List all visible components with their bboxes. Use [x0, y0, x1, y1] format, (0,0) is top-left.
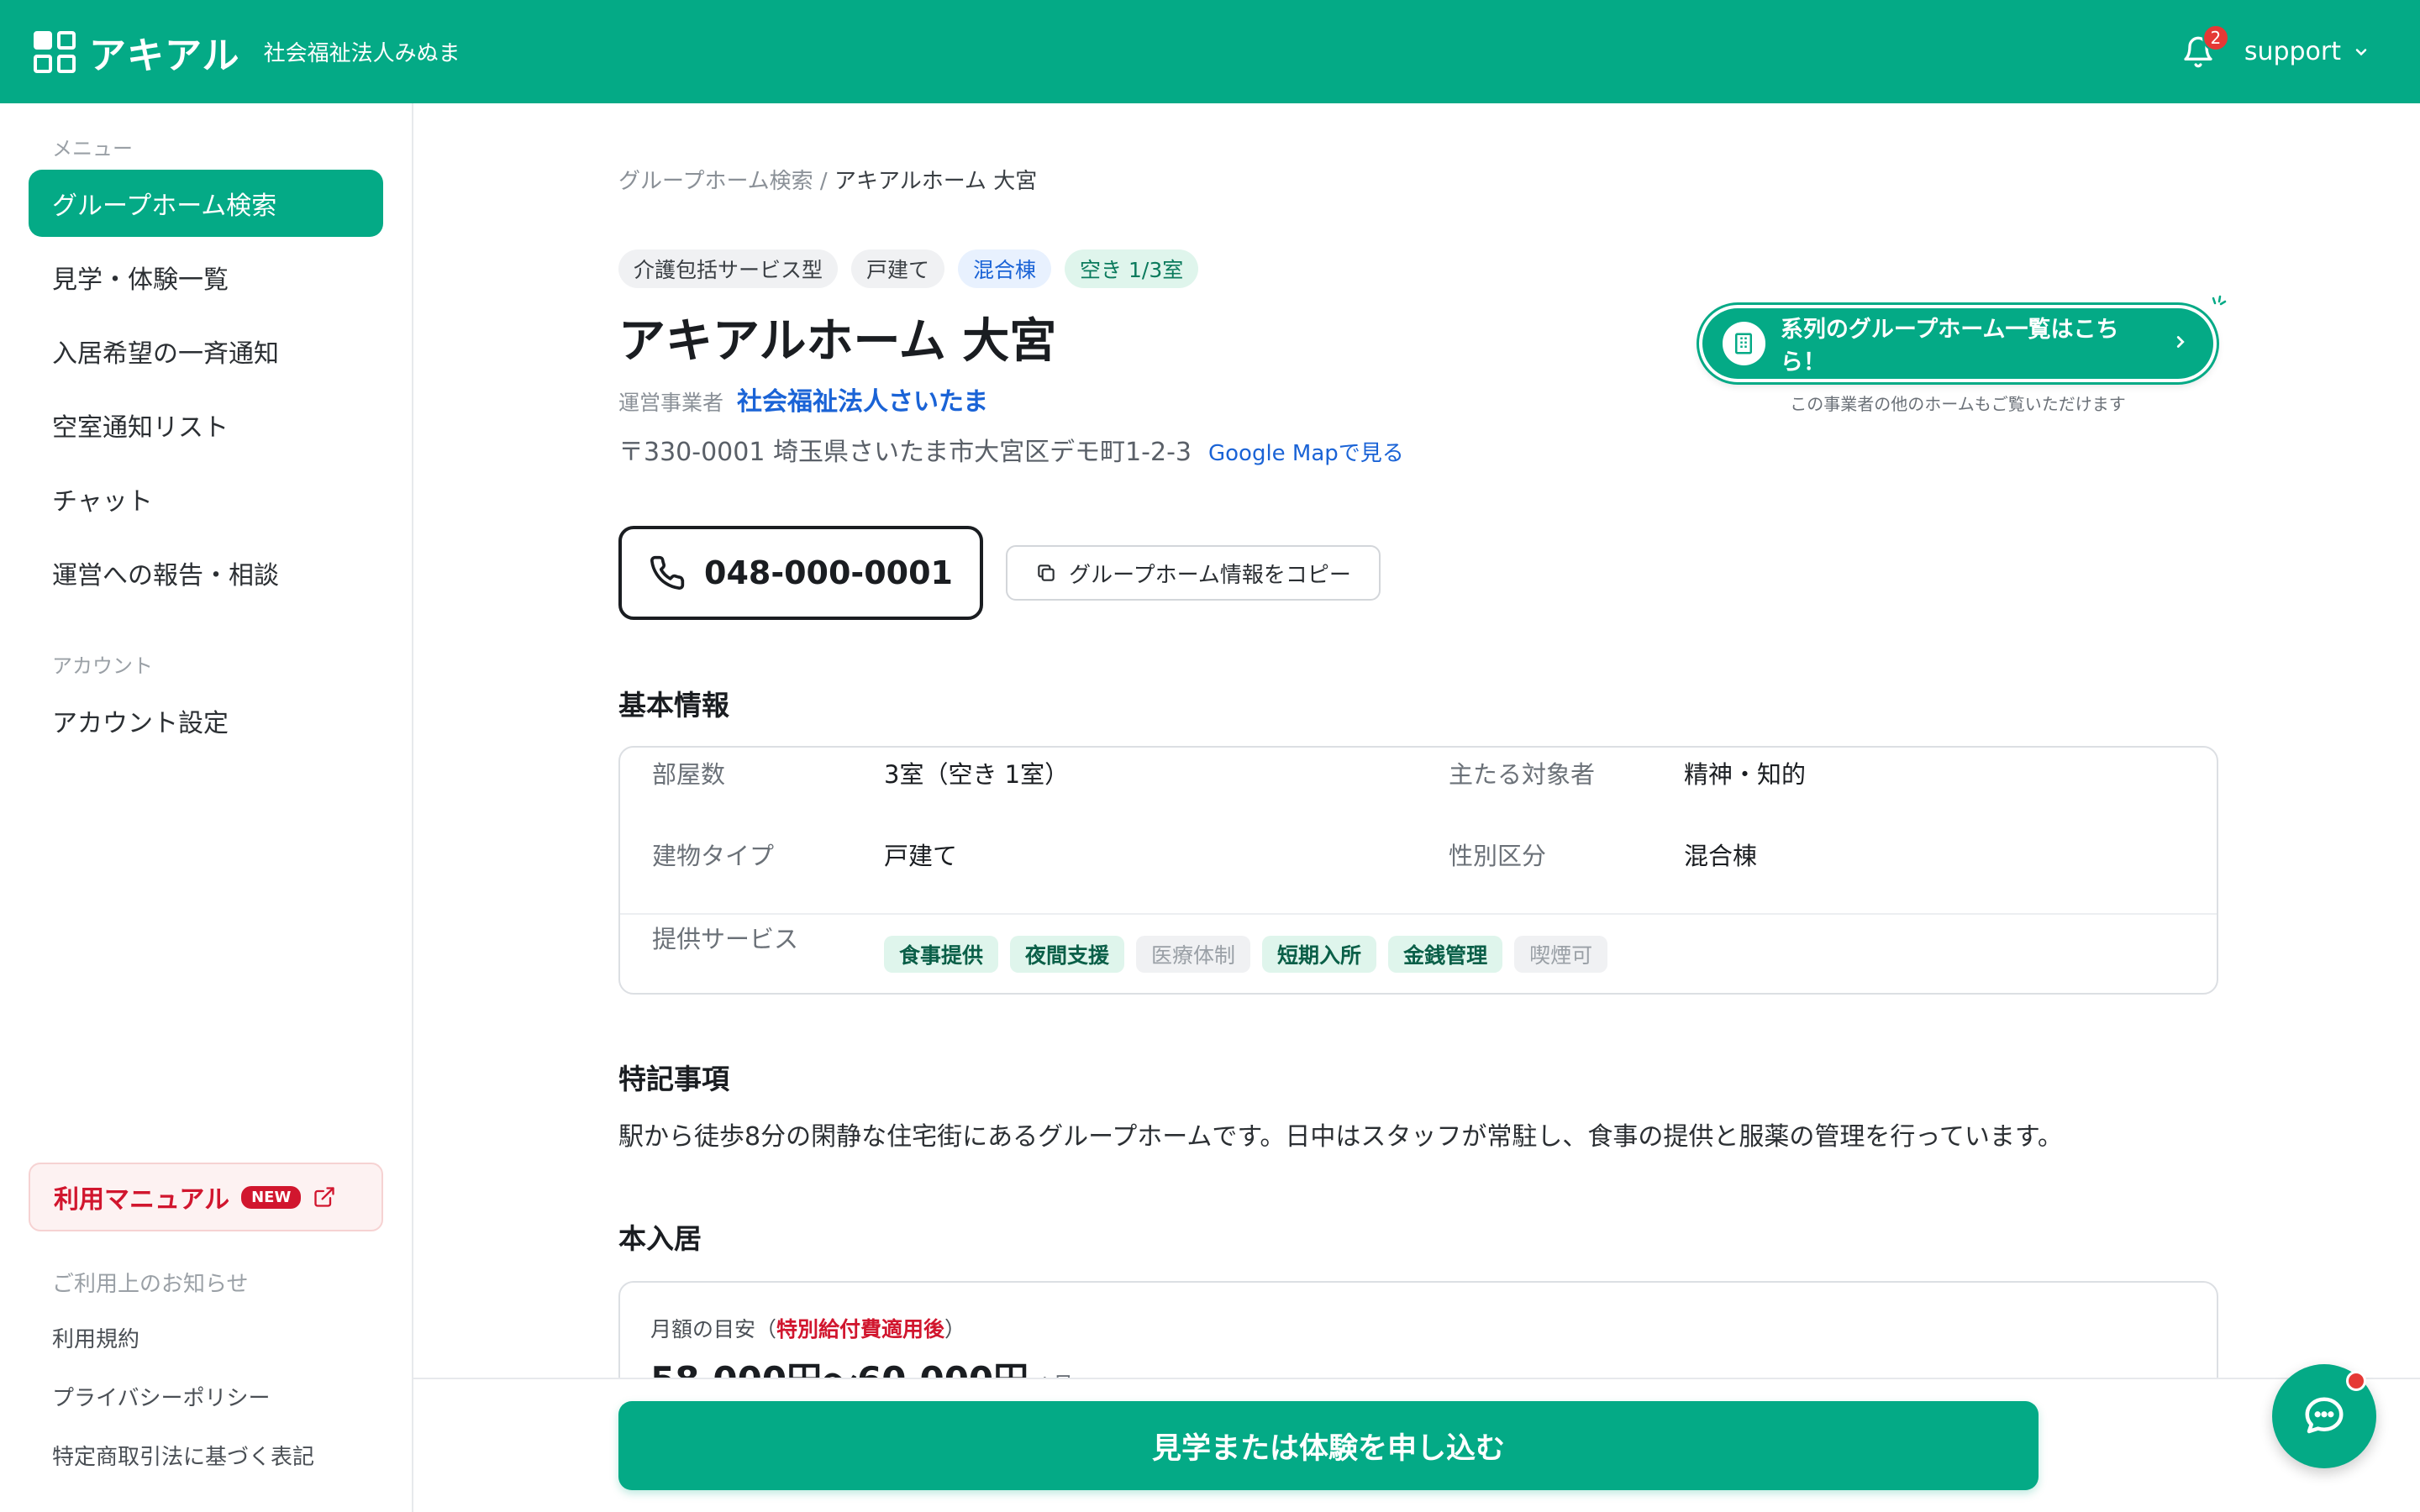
move-in-heading: 本入居: [618, 1222, 702, 1255]
menu-heading: メニュー: [52, 137, 133, 160]
phone-icon: [650, 555, 685, 590]
service-chip-medical: 医療体制: [1136, 936, 1251, 973]
service-chip-night-support: 夜間支援: [1010, 936, 1125, 973]
sidebar-item-label: アカウント設定: [52, 709, 229, 738]
sidebar-item-label: グループホーム検索: [52, 192, 277, 221]
user-menu[interactable]: support: [2244, 37, 2370, 66]
tag-vacancy: 空き 1/3室: [1065, 249, 1199, 288]
sidebar-item-label: チャット: [52, 487, 153, 517]
sidebar-item-report[interactable]: 運営への報告・相談: [29, 539, 383, 606]
basic-info-card: 部屋数 3室（空き 1室） 主たる対象者 精神・知的 建物タイプ 戸建て 性別区…: [618, 746, 2218, 995]
operator-link[interactable]: 社会福祉法人さいたま: [737, 381, 988, 417]
copy-icon: [1038, 564, 1055, 581]
operator-label: 運営事業者: [618, 391, 724, 415]
commercial-transactions-link[interactable]: 特定商取引法に基づく表記: [52, 1440, 314, 1471]
sidebar-item-label: 空室通知リスト: [52, 413, 229, 443]
fee-emphasis: 特別給付費適用後: [776, 1317, 945, 1341]
sidebar-item-account-settings[interactable]: アカウント設定: [29, 687, 383, 754]
service-chip-short-stay: 短期入所: [1262, 936, 1377, 973]
copy-home-info-button[interactable]: グループホーム情報をコピー: [1006, 545, 1381, 601]
google-map-link[interactable]: Google Mapで見る: [1208, 436, 1404, 467]
gender-label: 性別区分: [1449, 842, 1547, 870]
sidebar: メニュー グループホーム検索 見学・体験一覧 入居希望の一斉通知 空室通知リスト…: [0, 103, 413, 1512]
operator-row: 運営事業者 社会福祉法人さいたま: [618, 381, 988, 417]
service-chip-smoking: 喫煙可: [1514, 936, 1608, 973]
address-text: 〒330-0001 埼玉県さいたま市大宮区デモ町1-2-3: [618, 438, 1192, 467]
sidebar-item-bulk-notify[interactable]: 入居希望の一斉通知: [29, 318, 383, 385]
address-row: 〒330-0001 埼玉県さいたま市大宮区デモ町1-2-3 Google Map…: [618, 431, 1404, 468]
sidebar-item-label: 見学・体験一覧: [52, 265, 229, 295]
logo[interactable]: アキアル: [34, 25, 240, 79]
phone-number: 048-000-0001: [704, 554, 953, 591]
logo-icon: [34, 30, 76, 73]
series-homes-label: 系列のグループホーム一覧はこちら！: [1780, 317, 2119, 375]
sidebar-item-group-home-search[interactable]: グループホーム検索: [29, 170, 383, 237]
building-label: 建物タイプ: [652, 842, 775, 870]
logo-text: アキアル: [89, 34, 240, 77]
target-value: 精神・知的: [1684, 760, 1807, 789]
organization-name: 社会福祉法人みぬま: [263, 41, 460, 66]
sidebar-item-label: 運営への報告・相談: [52, 561, 279, 591]
rooms-value: 3室（空き 1室）: [884, 760, 1070, 789]
main-content: グループホーム検索 / アキアルホーム 大宮 介護包括サービス型 戸建て 混合棟…: [413, 103, 2420, 1512]
page-title: アキアルホーム 大宮: [618, 314, 1057, 369]
tag-building-type: 戸建て: [851, 249, 945, 288]
sparkle-icon: [2212, 295, 2227, 306]
notice-heading: ご利用上のお知らせ: [52, 1272, 249, 1297]
fee-label-end: ）: [944, 1317, 966, 1341]
apply-visit-button[interactable]: 見学または体験を申し込む: [618, 1401, 2039, 1490]
fee-label-text: 月額の目安（: [650, 1317, 777, 1341]
new-badge: NEW: [241, 1185, 302, 1209]
notes-heading: 特記事項: [618, 1063, 729, 1095]
service-chip-meals: 食事提供: [884, 936, 999, 973]
sidebar-item-vacancy-list[interactable]: 空室通知リスト: [29, 391, 383, 459]
breadcrumb-separator: /: [813, 169, 834, 194]
building-value: 戸建て: [884, 842, 958, 870]
gender-value: 混合棟: [1684, 842, 1758, 870]
notification-count-badge: 2: [2202, 24, 2229, 51]
chevron-down-icon: [2355, 48, 2367, 55]
breadcrumb-parent-link[interactable]: グループホーム検索: [618, 169, 813, 194]
privacy-policy-link[interactable]: プライバシーポリシー: [52, 1381, 270, 1412]
chevron-right-icon: [2171, 331, 2190, 357]
sidebar-item-visit-list[interactable]: 見学・体験一覧: [29, 244, 383, 311]
terms-link[interactable]: 利用規約: [52, 1322, 139, 1353]
manual-link[interactable]: 利用マニュアル NEW: [29, 1163, 383, 1231]
manual-label: 利用マニュアル: [54, 1185, 230, 1215]
tag-gender: 混合棟: [958, 249, 1052, 288]
services-label: 提供サービス: [652, 925, 799, 953]
bottom-action-bar: 見学または体験を申し込む: [413, 1378, 2420, 1512]
account-heading: アカウント: [52, 654, 153, 678]
series-homes-button[interactable]: 系列のグループホーム一覧はこちら！: [1699, 305, 2217, 382]
divider: [620, 913, 2217, 915]
breadcrumb: グループホーム検索 / アキアルホーム 大宮: [618, 164, 1037, 195]
target-label: 主たる対象者: [1449, 760, 1596, 789]
external-link-icon: [314, 1187, 334, 1207]
service-chips: 食事提供 夜間支援 医療体制 短期入所 金銭管理 喫煙可: [884, 936, 1608, 973]
tag-service-type: 介護包括サービス型: [618, 249, 839, 288]
rooms-label: 部屋数: [652, 760, 726, 789]
chat-icon: [2305, 1397, 2344, 1434]
breadcrumb-current: アキアルホーム 大宮: [834, 169, 1038, 194]
notification-button[interactable]: 2: [2177, 24, 2229, 73]
service-chip-money-management: 金銭管理: [1388, 936, 1503, 973]
home-tags: 介護包括サービス型 戸建て 混合棟 空き 1/3室: [618, 249, 1199, 288]
sidebar-item-label: 入居希望の一斉通知: [52, 339, 279, 369]
sidebar-item-chat[interactable]: チャット: [29, 465, 383, 533]
user-name: support: [2244, 37, 2341, 66]
series-homes-note: この事業者の他のホームもご覧いただけます: [1790, 394, 2126, 414]
basic-info-heading: 基本情報: [618, 689, 729, 722]
building-icon: [1723, 322, 1765, 365]
copy-home-info-label: グループホーム情報をコピー: [1069, 562, 1351, 588]
fee-label: 月額の目安（特別給付費適用後）: [650, 1313, 965, 1343]
notes-text: 駅から徒歩8分の閑静な住宅街にあるグループホームです。日中はスタッフが常駐し、食…: [618, 1122, 2063, 1152]
chat-unread-dot: [2346, 1371, 2366, 1391]
phone-call-button[interactable]: 048-000-0001: [618, 526, 983, 620]
app-header: アキアル 社会福祉法人みぬま 2 support: [0, 0, 2420, 103]
